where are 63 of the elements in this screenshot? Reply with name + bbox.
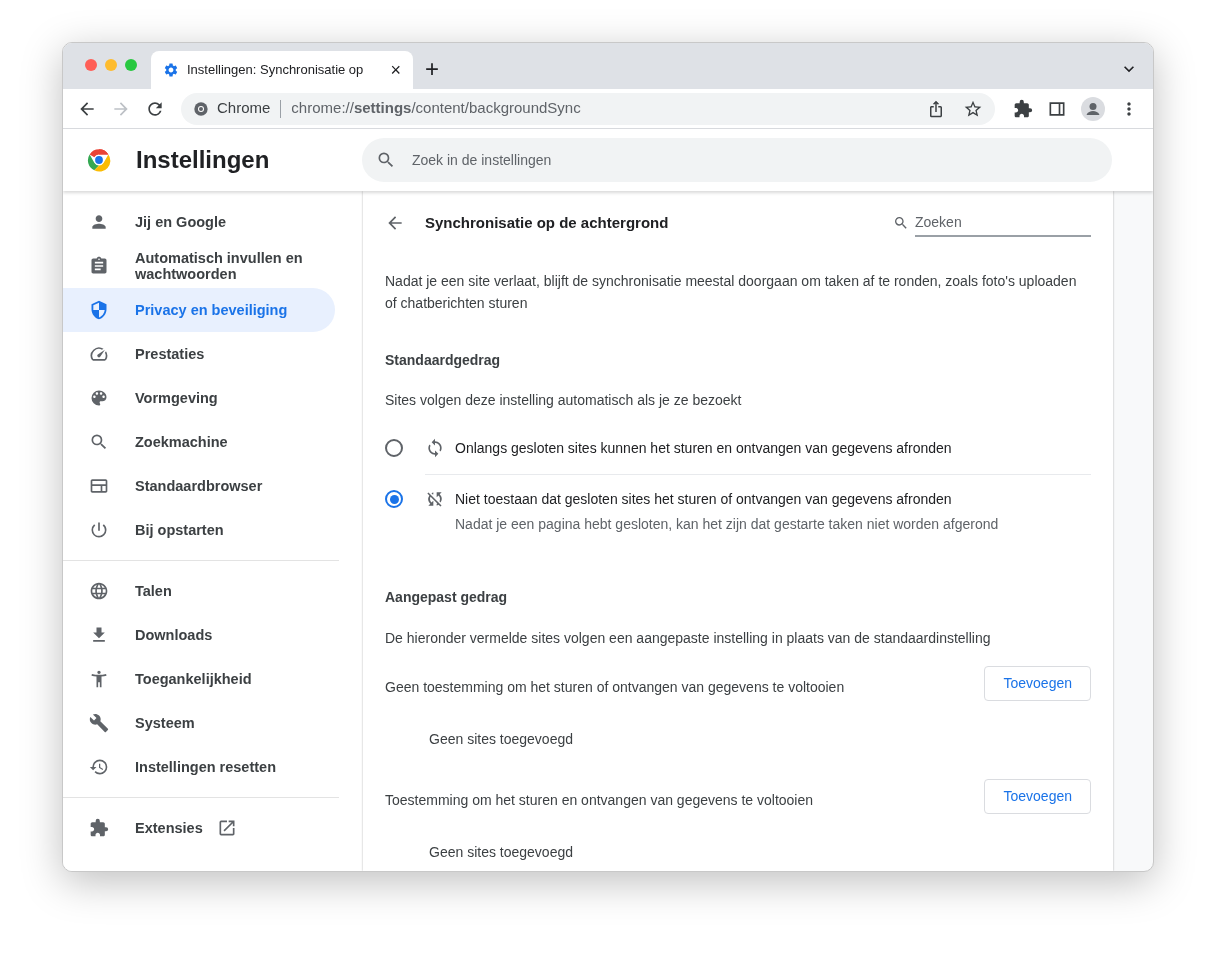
address-bar[interactable]: Chrome chrome://settings/content/backgroundSync — [181, 92, 995, 125]
sidebar-item[interactable]: Extensies — [63, 806, 335, 850]
accessibility-icon — [89, 669, 109, 689]
sidebar-item[interactable]: Jij en Google — [63, 200, 335, 244]
section-heading: Aangepast gedrag — [385, 588, 509, 607]
section-subheading: Sites volgen deze instelling automatisch als je ze bezoekt — [385, 391, 743, 410]
globe-icon — [89, 581, 109, 601]
page-title: Synchronisatie op de achtergrond — [425, 212, 670, 233]
sidebar-item[interactable]: Toegankelijkheid — [63, 657, 335, 701]
sync-disabled-icon — [425, 489, 445, 509]
section-heading: Standaardgedrag — [385, 351, 502, 370]
speedometer-icon — [89, 344, 109, 364]
chrome-logo-icon — [86, 147, 112, 173]
sidebar-item[interactable]: Vormgeving — [63, 376, 335, 420]
share-icon[interactable] — [927, 99, 945, 118]
option-description: Nadat je een pagina hebt gesloten, kan het zijn dat gestarte taken niet worden afgerond — [455, 515, 999, 534]
chrome-logo-icon — [193, 100, 209, 117]
search-icon — [893, 215, 909, 231]
profile-avatar-icon[interactable] — [1081, 96, 1105, 121]
sidebar-item[interactable]: Instellingen resetten — [63, 745, 335, 789]
settings-search-field[interactable]: Zoek in de instellingen — [362, 138, 1112, 182]
sidebar-item[interactable]: Prestaties — [63, 332, 335, 376]
sidebar-item[interactable]: Privacy en beveiliging — [63, 288, 335, 332]
sidebar-item[interactable]: Talen — [63, 569, 335, 613]
section-subheading: De hieronder vermelde sites volgen een aangepaste instelling in plaats van de standaardinstelling — [385, 629, 992, 648]
palette-icon — [89, 388, 109, 408]
sidebar-item[interactable]: Downloads — [63, 613, 335, 657]
radio-button[interactable] — [385, 439, 403, 457]
sidebar-item[interactable]: Bij opstarten — [63, 508, 335, 552]
list-label: Toestemming om het sturen en ontvangen van gegevens te voltooien — [385, 791, 814, 810]
option-label: Niet toestaan dat gesloten sites het sturen of ontvangen van gegevens afronden — [455, 490, 953, 509]
browser-tab[interactable]: Instellingen: Synchronisatie op × — [151, 51, 413, 89]
clipboard-icon — [89, 256, 109, 276]
search-icon — [376, 150, 396, 170]
sync-icon — [425, 438, 445, 458]
sidebar-item[interactable]: Systeem — [63, 701, 335, 745]
new-tab-button[interactable]: + — [425, 57, 439, 81]
radio-button[interactable] — [385, 490, 403, 508]
add-button[interactable]: Toevoegen — [984, 779, 1091, 814]
empty-list-text: Geen sites toegevoegd — [429, 843, 574, 862]
tab-title: Instellingen: Synchronisatie op — [187, 61, 365, 80]
add-button[interactable]: Toevoegen — [984, 666, 1091, 701]
sidebar-item[interactable]: Standaardbrowser — [63, 464, 335, 508]
tab-close-button[interactable]: × — [390, 61, 401, 79]
page-description: Nadat je een site verlaat, blijft de synchronisatie meestal doorgaan om taken af te ronden, zoals foto's uploaden of chatberichten sturen — [385, 272, 1078, 313]
sidebar-item[interactable]: Zoekmachine — [63, 420, 335, 464]
url-text: chrome://settings/content/backgroundSync — [291, 98, 582, 119]
shield-icon — [89, 300, 109, 320]
wrench-icon — [89, 713, 109, 733]
browser-window-icon — [89, 476, 109, 496]
gear-icon — [163, 62, 179, 78]
restore-icon — [89, 757, 109, 777]
sidebar-item[interactable]: Automatisch invullen en wachtwoorden — [63, 244, 335, 288]
page-search-field[interactable]: Zoeken — [915, 209, 1091, 237]
site-label: Chrome — [217, 98, 271, 119]
extensions-icon[interactable] — [1013, 98, 1033, 119]
power-icon — [89, 520, 109, 540]
settings-title: Instellingen — [136, 145, 271, 175]
search-icon — [89, 432, 109, 452]
option-label: Onlangs gesloten sites kunnen het sturen en ontvangen van gegevens afronden — [455, 439, 952, 458]
empty-list-text: Geen sites toegevoegd — [429, 730, 574, 749]
list-label: Geen toestemming om het sturen of ontvangen van gegevens te voltooien — [385, 678, 845, 697]
puzzle-piece-icon — [89, 818, 109, 838]
